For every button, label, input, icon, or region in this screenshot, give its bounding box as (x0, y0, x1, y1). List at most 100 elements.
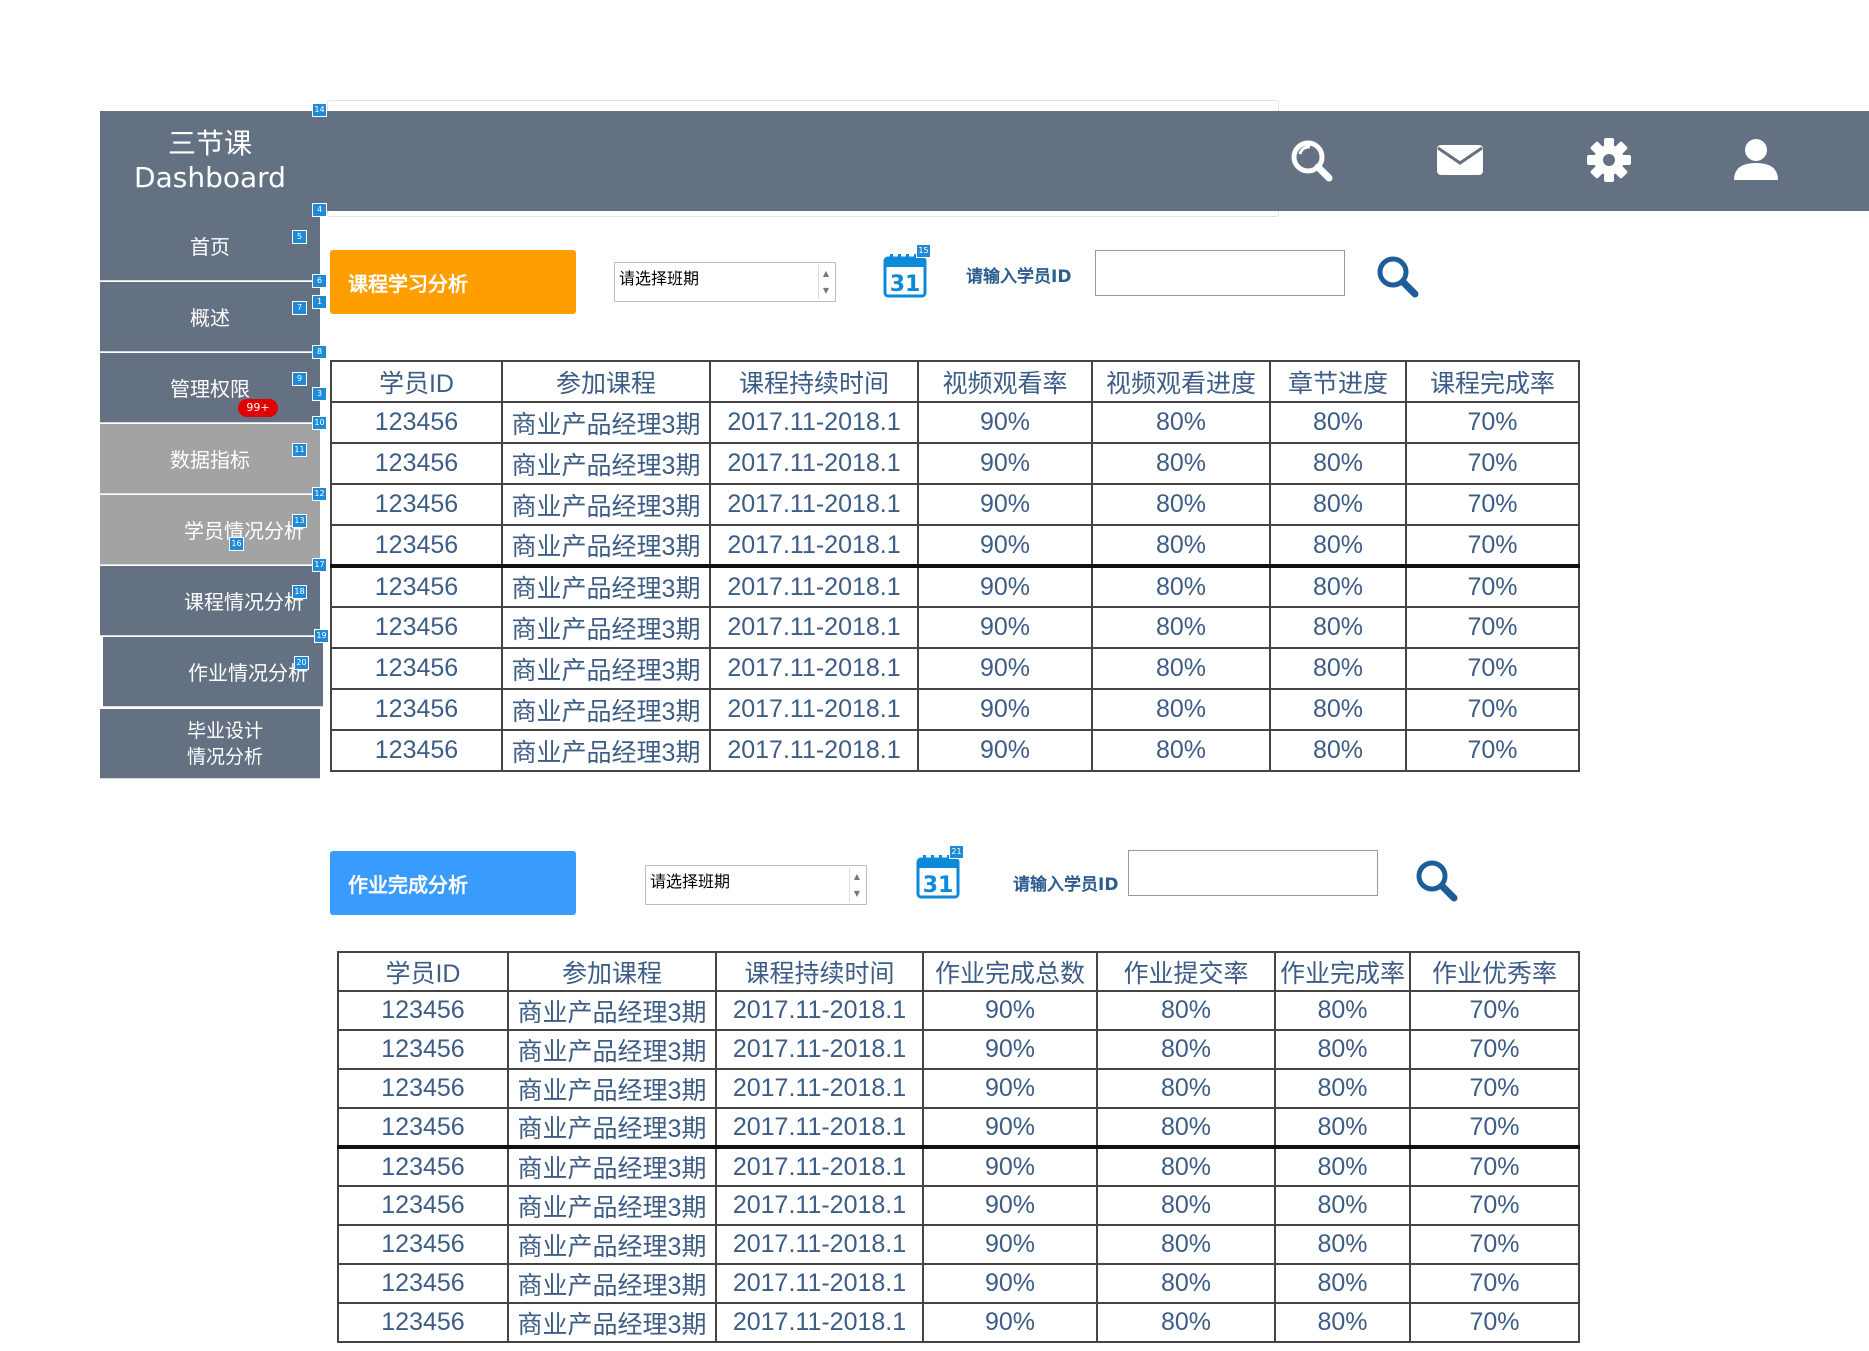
section1-title-button[interactable]: 课程学习分析 (330, 250, 576, 314)
marker: 15 (916, 244, 931, 258)
table-cell: 80% (1096, 1263, 1276, 1304)
table-header-row: 学员ID 参加课程 课程持续时间 作业完成总数 作业提交率 作业完成率 作业优秀率 (337, 951, 1580, 992)
sidebar-item-metrics[interactable]: 数据指标 (100, 424, 320, 494)
column-header: 作业完成率 (1274, 951, 1411, 992)
table-cell: 80% (1091, 483, 1271, 526)
table-cell: 80% (1274, 1068, 1411, 1109)
table-row: 123456 商业产品经理3期 2017.11-2018.1 90% 80% 80% 70% (337, 1263, 1580, 1304)
sidebar-item-label: 数据指标 (170, 448, 250, 472)
table-row: 123456 商业产品经理3期 2017.11-2018.1 90% 80% 80% 70% (330, 442, 1580, 485)
table-cell: 2017.11-2018.1 (709, 606, 919, 649)
table-cell: 80% (1274, 1029, 1411, 1070)
table-cell: 2017.11-2018.1 (709, 524, 919, 567)
gear-icon[interactable] (1579, 130, 1639, 190)
table-cell: 80% (1096, 990, 1276, 1031)
table-row: 123456 商业产品经理3期 2017.11-2018.1 90% 80% 80% 70% (337, 1107, 1580, 1148)
table-cell: 123456 (337, 1029, 509, 1070)
table-cell: 123456 (330, 524, 503, 567)
table-cell: 商业产品经理3期 (501, 442, 711, 485)
table-cell: 70% (1409, 990, 1580, 1031)
user-icon[interactable] (1726, 130, 1786, 190)
brand: 三节课 Dashboard (100, 111, 320, 211)
section1-student-id-input[interactable] (1095, 250, 1345, 296)
marker: 10 (312, 416, 327, 430)
table-cell: 商业产品经理3期 (501, 606, 711, 649)
table-cell: 123456 (330, 442, 503, 485)
marker: 18 (292, 585, 307, 599)
table-cell: 123456 (330, 606, 503, 649)
table-cell: 2017.11-2018.1 (715, 1224, 924, 1265)
table-cell: 123456 (337, 1068, 509, 1109)
section2-period-select[interactable]: 请选择班期 ▲ ▼ (645, 865, 867, 905)
table-cell: 2017.11-2018.1 (715, 1145, 924, 1187)
section1-id-label: 请输入学员ID (966, 267, 1072, 287)
table-cell: 90% (917, 688, 1093, 731)
column-header: 作业完成总数 (922, 951, 1098, 992)
sidebar-item-label: 管理权限 (170, 377, 250, 401)
sidebar-item-graduation-analysis[interactable]: 毕业设计 情况分析 (100, 709, 320, 779)
calendar-icon[interactable]: 31 (882, 252, 928, 298)
section2-table: 学员ID 参加课程 课程持续时间 作业完成总数 作业提交率 作业完成率 作业优秀率 12345… (337, 951, 1580, 1343)
table-cell: 2017.11-2018.1 (715, 1029, 924, 1070)
table-cell: 70% (1405, 606, 1580, 649)
table-cell: 90% (917, 483, 1093, 526)
table-cell: 80% (1269, 688, 1407, 731)
table-cell: 80% (1096, 1145, 1276, 1187)
table-cell: 80% (1269, 524, 1407, 567)
table-cell: 90% (917, 564, 1093, 608)
sidebar-item-home[interactable]: 首页 (100, 211, 320, 281)
column-header: 学员ID (337, 951, 509, 992)
table-cell: 商业产品经理3期 (507, 1107, 717, 1148)
table-cell: 2017.11-2018.1 (715, 1263, 924, 1304)
mail-icon[interactable] (1430, 130, 1490, 190)
table-cell: 123456 (337, 990, 509, 1031)
section2-title: 作业完成分析 (348, 872, 468, 897)
table-cell: 90% (922, 1068, 1098, 1109)
sidebar-item-permissions[interactable]: 管理权限 (100, 353, 320, 423)
table-cell: 商业产品经理3期 (501, 688, 711, 731)
table-cell: 80% (1096, 1068, 1276, 1109)
table-cell: 123456 (330, 564, 503, 608)
table-cell: 80% (1274, 1107, 1411, 1148)
sidebar-item-homework-analysis[interactable]: 作业情况分析 (103, 637, 323, 707)
table-cell: 80% (1091, 729, 1271, 772)
notification-badge: 99+ (238, 399, 278, 417)
table-cell: 80% (1096, 1224, 1276, 1265)
table-cell: 80% (1269, 647, 1407, 690)
table-cell: 123456 (330, 483, 503, 526)
table-cell: 2017.11-2018.1 (709, 647, 919, 690)
marker: 14 (312, 103, 327, 117)
table-cell: 80% (1091, 442, 1271, 485)
section2-title-button[interactable]: 作业完成分析 (330, 851, 576, 915)
search-icon[interactable] (1282, 130, 1342, 190)
sidebar-item-student-analysis[interactable]: 学员情况分析 (100, 495, 320, 565)
calendar-icon[interactable]: 31 (915, 853, 961, 899)
table-cell: 70% (1409, 1185, 1580, 1226)
marker: 17 (312, 558, 327, 572)
column-header: 参加课程 (501, 360, 711, 403)
table-cell: 70% (1409, 1224, 1580, 1265)
table-cell: 123456 (337, 1107, 509, 1148)
section2-student-id-input[interactable] (1128, 850, 1378, 896)
table-cell: 123456 (337, 1145, 509, 1187)
table-cell: 70% (1409, 1145, 1580, 1187)
section2-search-icon[interactable] (1413, 857, 1459, 903)
table-cell: 90% (922, 1145, 1098, 1187)
table-cell: 2017.11-2018.1 (709, 729, 919, 772)
sidebar-item-label2: 情况分析 (186, 745, 263, 768)
table-cell: 70% (1405, 442, 1580, 485)
table-cell: 80% (1274, 1224, 1411, 1265)
table-cell: 90% (917, 729, 1093, 772)
sidebar-item-overview[interactable]: 概述 (100, 282, 320, 352)
sidebar-item-course-analysis[interactable]: 课程情况分析 (100, 566, 320, 636)
spin-arrows[interactable]: ▲ ▼ (849, 868, 864, 902)
section1-period-select[interactable]: 请选择班期 ▲ ▼ (614, 262, 836, 302)
column-header: 章节进度 (1269, 360, 1407, 403)
table-cell: 2017.11-2018.1 (709, 688, 919, 731)
marker: 12 (312, 487, 327, 501)
section1-search-icon[interactable] (1374, 253, 1420, 299)
table-cell: 80% (1269, 483, 1407, 526)
table-row: 123456 商业产品经理3期 2017.11-2018.1 90% 80% 80% 70% (337, 1185, 1580, 1226)
spin-arrows[interactable]: ▲ ▼ (818, 265, 833, 299)
marker: 20 (294, 656, 309, 670)
